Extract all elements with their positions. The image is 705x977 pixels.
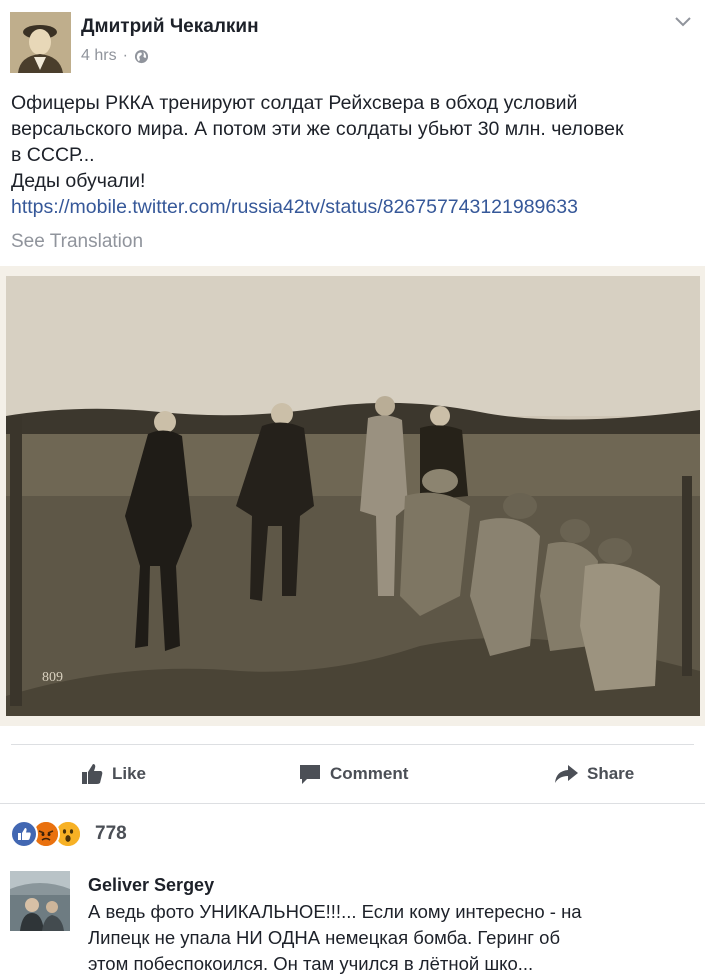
thumbs-up-icon [82, 764, 103, 784]
comment-label: Comment [330, 764, 409, 783]
post-text-line: в СССР... [11, 144, 95, 166]
divider [11, 744, 694, 745]
comment-icon [300, 765, 320, 784]
like-label: Like [112, 764, 147, 783]
share-icon [555, 765, 578, 783]
post-meta: 4 hrs · [81, 47, 149, 65]
like-button[interactable]: Like [80, 761, 146, 787]
post-text: Офицеры РККА тренируют солдат Рейхсвера … [11, 90, 691, 220]
share-label: Share [587, 764, 635, 783]
post-text-line: Деды обучали! [11, 170, 146, 192]
comment-text: А ведь фото УНИКАЛЬНОЕ!!!... Если кому и… [88, 899, 688, 977]
share-button[interactable]: Share [553, 761, 634, 787]
reaction-count[interactable]: 778 [95, 823, 127, 845]
globe-icon [134, 49, 148, 63]
commenter-name[interactable]: Geliver Sergey [88, 875, 214, 896]
post-time[interactable]: 4 hrs [81, 47, 117, 65]
avatar-image [10, 12, 71, 73]
photo-caption-number: 809 [42, 670, 63, 685]
chevron-down-icon[interactable] [672, 10, 694, 32]
see-translation-link[interactable]: See Translation [11, 231, 143, 253]
comment-text-line: Липецк не упала НИ ОДНА немецкая бомба. … [88, 927, 561, 948]
comment-button[interactable]: Comment [298, 761, 408, 787]
post-text-line: версальского мира. А потом эти же солдат… [11, 118, 624, 140]
comment-text-line: А ведь фото УНИКАЛЬНОЕ!!!... Если кому и… [88, 901, 582, 922]
post-link[interactable]: https://mobile.twitter.com/russia42tv/st… [11, 196, 578, 218]
comment-text-line: этом побеспокоился. Он там учился в лётн… [88, 953, 534, 974]
commenter-avatar-image [10, 871, 70, 931]
divider [0, 803, 705, 804]
historic-photo-image: 809 [0, 266, 705, 726]
reaction-icons[interactable] [10, 820, 82, 848]
commenter-avatar[interactable] [10, 871, 70, 931]
post-text-line: Офицеры РККА тренируют солдат Рейхсвера … [11, 92, 578, 114]
meta-separator: · [122, 47, 128, 64]
post-photo[interactable]: 809 [0, 266, 705, 726]
like-reaction-icon [10, 820, 38, 848]
author-avatar[interactable] [10, 12, 71, 73]
author-name[interactable]: Дмитрий Чекалкин [81, 16, 259, 38]
